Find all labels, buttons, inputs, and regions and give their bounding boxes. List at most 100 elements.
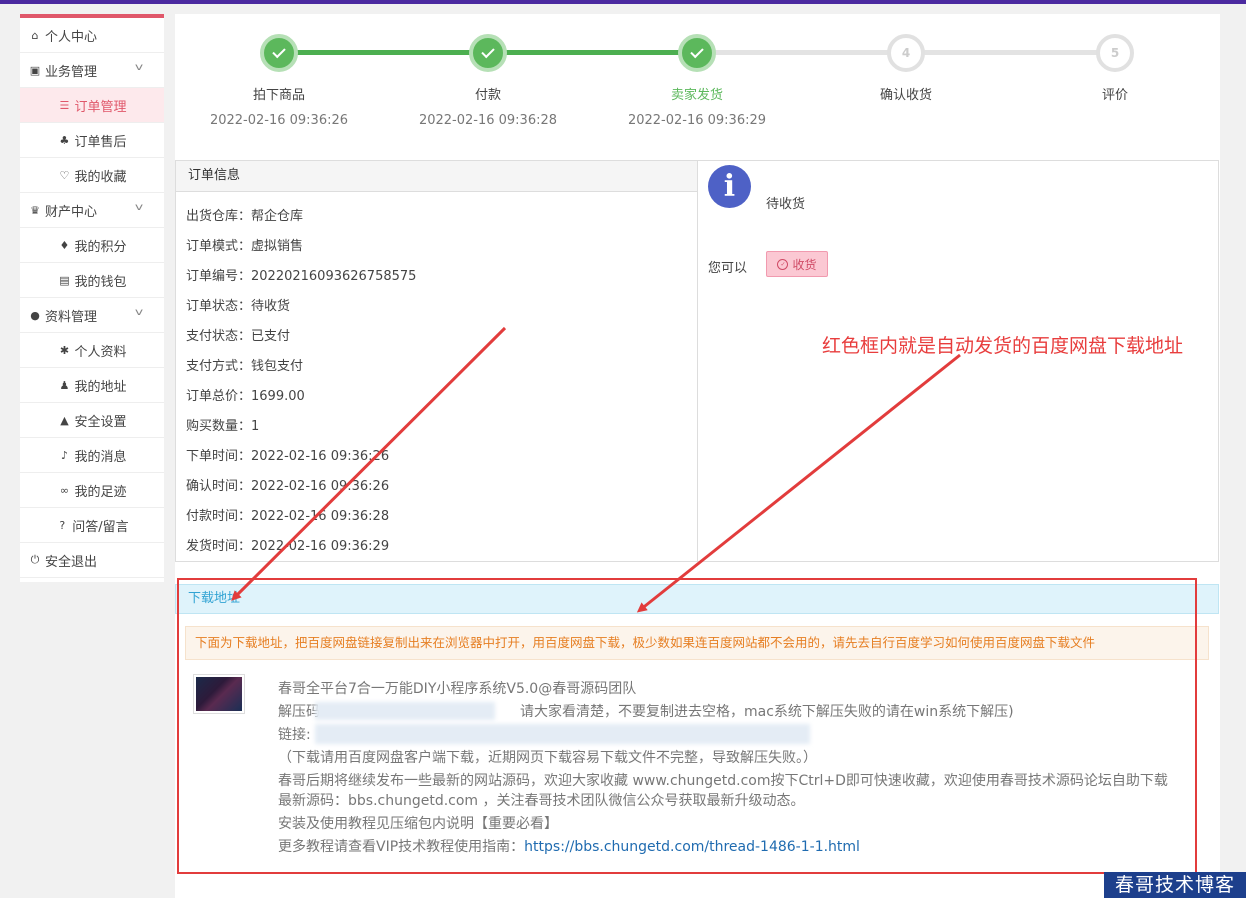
chevron-down-icon: v <box>134 62 144 73</box>
sidebar-item-11[interactable]: ▲ 安全设置 <box>20 403 164 438</box>
order-info-row: 订单编号：20220216093626758575 <box>186 265 416 284</box>
sidebar-item-8[interactable]: ● 资料管理 v <box>20 298 164 333</box>
order-status-right: i 待收货 您可以 ✓ 收货 红色框内就是自动发货的百度网盘下载地址 <box>698 161 1218 561</box>
sidebar-item-label: 资料管理 <box>45 309 98 325</box>
order-info-panel: 订单信息 出货仓库：帮企仓库 订单模式：虚拟销售 订单编号：202202160936… <box>175 160 1219 562</box>
step-5-label: 评价 <box>1101 88 1128 103</box>
sidebar-item-label: 财产中心 <box>45 204 98 220</box>
order-info-key: 订单总价： <box>186 389 252 404</box>
order-info-key: 购买数量： <box>186 419 252 434</box>
order-info-value: 帮企仓库 <box>251 209 304 224</box>
step-4-label: 确认收货 <box>879 88 932 103</box>
order-info-value: 2022-02-16 09:36:26 <box>251 479 390 494</box>
sidebar-item-2[interactable]: ☰ 订单管理 <box>20 88 164 123</box>
sidebar-item-label: 个人中心 <box>45 29 98 45</box>
check-icon <box>272 44 286 59</box>
order-info-value: 待收货 <box>251 299 291 314</box>
sidebar-item-label: 我的钱包 <box>74 274 127 290</box>
sidebar-item-label: 我的消息 <box>74 449 127 465</box>
sidebar-item-5[interactable]: ♛ 财产中心 v <box>20 193 164 228</box>
tutorial-link[interactable]: https://bbs.chungetd.com/thread-1486-1-1… <box>524 839 860 855</box>
person-icon: ♟ <box>59 378 70 392</box>
order-progress-steps: 拍下商品 2022-02-16 09:36:26 付款 2022-02-16 09:3… <box>175 14 1220 154</box>
order-info-value: 1699.00 <box>251 389 305 404</box>
sidebar-item-12[interactable]: ♪ 我的消息 <box>20 438 164 473</box>
wallet-icon: ▤ <box>59 273 70 287</box>
sidebar-item-15[interactable]: ⏻ 安全退出 <box>20 543 164 578</box>
order-info-value: 20220216093626758575 <box>251 269 417 284</box>
check-circle-icon: ✓ <box>777 258 789 270</box>
sidebar-item-4[interactable]: ♡ 我的收藏 <box>20 158 164 193</box>
sidebar-item-7[interactable]: ▤ 我的钱包 <box>20 263 164 298</box>
sidebar-item-1[interactable]: ▣ 业务管理 v <box>20 53 164 88</box>
step-3-circle <box>678 34 716 72</box>
order-info-row: 出货仓库：帮企仓库 <box>186 205 303 224</box>
sidebar-item-10[interactable]: ♟ 我的地址 <box>20 368 164 403</box>
order-info-left: 订单信息 出货仓库：帮企仓库 订单模式：虚拟销售 订单编号：202202160936… <box>176 161 698 561</box>
order-info-value: 虚拟销售 <box>251 239 304 254</box>
blurred-link <box>315 724 810 744</box>
order-info-value: 已支付 <box>251 329 291 344</box>
question-icon: ? <box>59 518 66 532</box>
sidebar-item-0[interactable]: ⌂ 个人中心 <box>20 18 164 53</box>
watermark: 春哥技术博客 <box>1104 872 1246 898</box>
download-tip: （下载请用百度网盘客户端下载，近期网页下载容易下载文件不完整，导致解压失败。） <box>278 750 817 766</box>
sidebar-item-label: 问答/留言 <box>72 519 129 535</box>
step-connector <box>697 50 906 55</box>
chevron-down-icon: v <box>134 307 144 318</box>
step-connector <box>279 50 488 55</box>
order-info-row: 订单模式：虚拟销售 <box>186 235 303 254</box>
download-promo-1: 春哥后期将继续发布一些最新的网站源码，欢迎大家收藏 www.chungetd.c… <box>278 773 1168 789</box>
order-status-text: 待收货 <box>766 197 806 212</box>
sidebar-item-6[interactable]: ♦ 我的积分 <box>20 228 164 263</box>
sidebar-item-label: 订单售后 <box>74 134 127 150</box>
receive-button-label: 收货 <box>792 257 817 272</box>
download-link-line: 链接: <box>278 727 311 743</box>
sidebar-item-13[interactable]: ∞ 我的足迹 <box>20 473 164 508</box>
order-info-key: 下单时间： <box>186 449 252 464</box>
step-5-circle: 5 <box>1096 34 1134 72</box>
order-info-title: 订单信息 <box>176 161 697 192</box>
order-info-row: 订单总价：1699.00 <box>186 385 305 404</box>
fire-icon: ♦ <box>59 238 70 252</box>
sidebar-item-3[interactable]: ♣ 订单售后 <box>20 123 164 158</box>
main-panel: 拍下商品 2022-02-16 09:36:26 付款 2022-02-16 09:3… <box>175 14 1220 898</box>
heart-icon: ♡ <box>59 168 70 182</box>
top-accent-bar <box>0 0 1246 4</box>
footprint-icon: ∞ <box>59 483 70 497</box>
order-info-key: 支付方式： <box>186 359 252 374</box>
order-info-row: 确认时间：2022-02-16 09:36:26 <box>186 475 389 494</box>
you-can-label: 您可以 <box>708 261 748 276</box>
order-info-key: 订单模式： <box>186 239 252 254</box>
order-info-row: 下单时间：2022-02-16 09:36:26 <box>186 445 389 464</box>
order-info-key: 确认时间： <box>186 479 252 494</box>
sidebar-item-label: 安全退出 <box>45 554 98 570</box>
sidebar-item-label: 我的地址 <box>74 379 127 395</box>
trophy-icon: ♛ <box>30 203 40 217</box>
sidebar-item-14[interactable]: ? 问答/留言 <box>20 508 164 543</box>
bell-icon: ♪ <box>60 448 68 462</box>
step-connector <box>906 50 1115 55</box>
sidebar-item-9[interactable]: ✱ 个人资料 <box>20 333 164 368</box>
download-title: 下载地址 <box>175 584 1219 614</box>
check-icon <box>690 44 704 59</box>
receive-button[interactable]: ✓ 收货 <box>766 251 828 277</box>
order-info-value: 2022-02-16 09:36:26 <box>251 449 390 464</box>
sidebar-item-label: 我的足迹 <box>74 484 127 500</box>
order-info-row: 订单状态：待收货 <box>186 295 290 314</box>
password-suffix: 请大家看清楚，不要复制进去空格，mac系统下解压失败的请在win系统下解压) <box>520 704 1014 720</box>
order-info-row: 付款时间：2022-02-16 09:36:28 <box>186 505 389 524</box>
order-info-value: 2022-02-16 09:36:29 <box>251 539 390 554</box>
order-info-row: 支付状态：已支付 <box>186 325 290 344</box>
step-2-circle <box>469 34 507 72</box>
step-2-label: 付款 <box>474 88 501 103</box>
step-4-circle: 4 <box>887 34 925 72</box>
product-thumbnail <box>193 674 245 714</box>
order-info-key: 支付状态： <box>186 329 252 344</box>
download-promo-2: 最新源码：bbs.chungetd.com ，关注春哥技术团队微信公众号获取最新… <box>278 793 805 809</box>
home-icon: ⌂ <box>31 28 39 42</box>
lock-icon: ▲ <box>60 413 69 427</box>
order-info-value: 1 <box>251 419 260 434</box>
cube-icon: ▣ <box>29 63 41 77</box>
blurred-password <box>315 702 495 720</box>
